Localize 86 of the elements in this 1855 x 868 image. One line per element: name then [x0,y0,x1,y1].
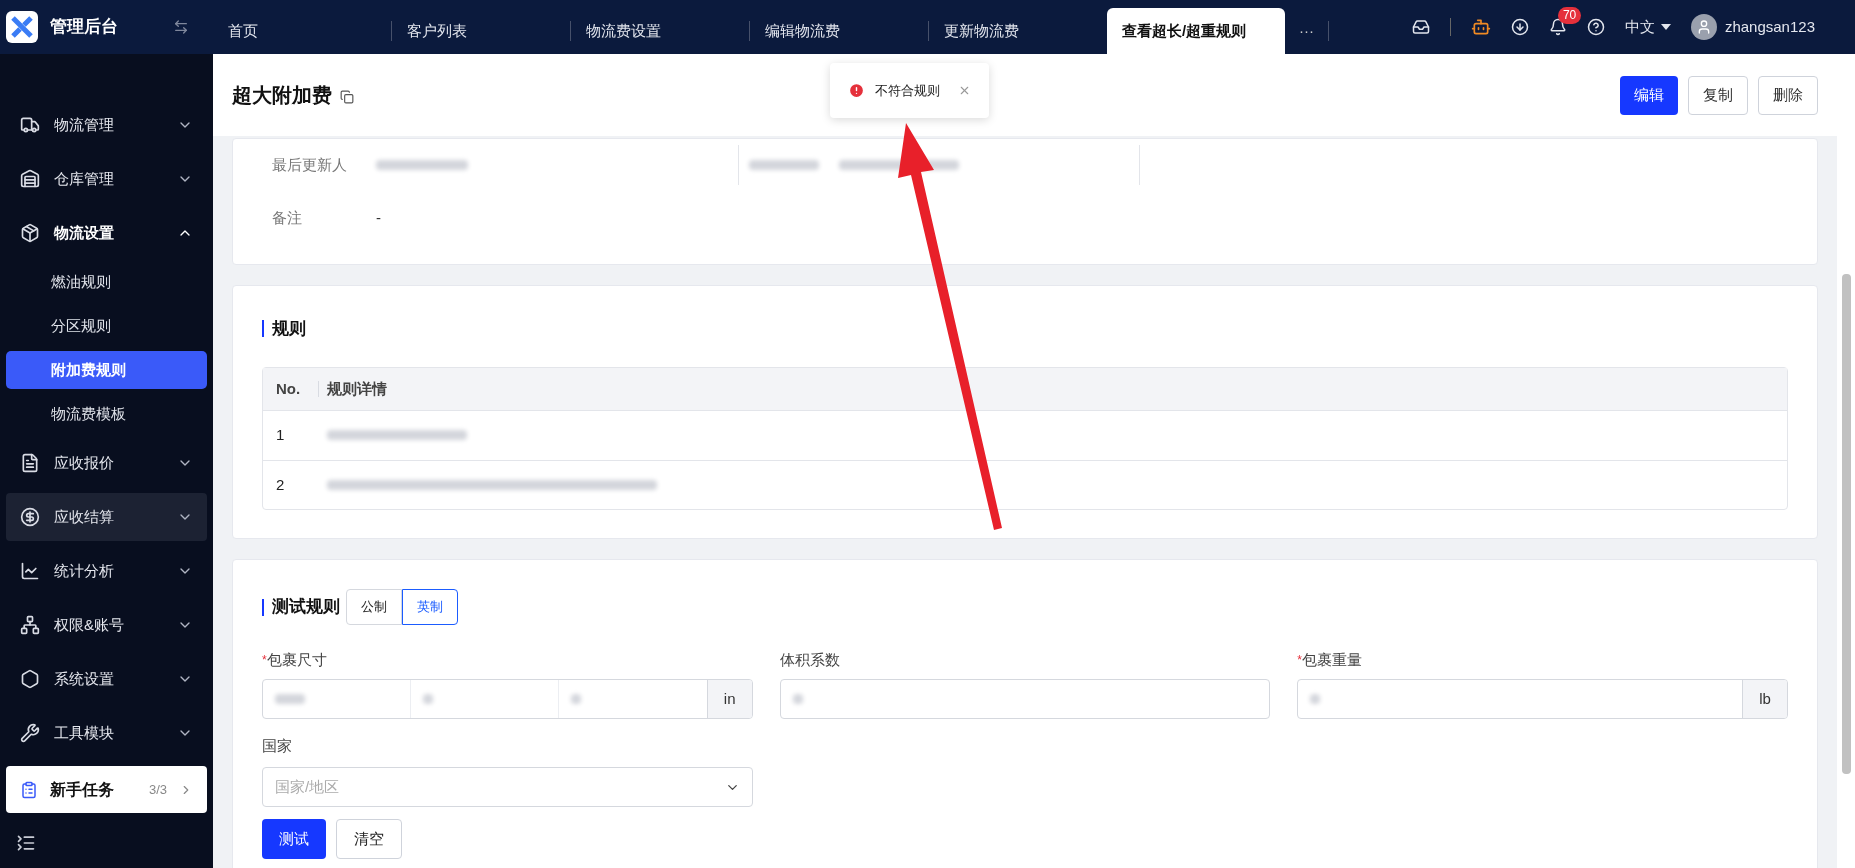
blurred-text [792,694,803,704]
sidebar-item[interactable]: 物流设置 [6,209,207,257]
clipboard-icon [20,780,38,799]
section-title: 测试规则 [272,596,340,619]
menu-icon [20,169,40,189]
sidebar-item[interactable]: 工具模块 [6,709,207,757]
blurred-text [423,694,434,704]
form-button[interactable]: 测试 [262,819,326,859]
input-field[interactable]: lb [1297,679,1788,719]
field-label: 体积系数 [779,649,840,670]
field-label: 包裹尺寸 [266,649,327,670]
table-cell-text: 1 [275,425,286,446]
robot-icon [1470,17,1491,37]
submenu-item[interactable]: 物流费模板 [6,395,207,433]
tab[interactable]: 客户列表 [392,8,570,54]
blurred-text [275,694,305,704]
tab[interactable]: 编辑物流费 [750,8,928,54]
tab[interactable]: 首页 [213,8,391,54]
avatar[interactable] [1690,14,1717,40]
menu-icon [20,453,40,473]
menu-icon [20,115,40,135]
unit-toggle[interactable]: 英制 [402,589,458,625]
blurred-text [749,159,819,170]
tab[interactable]: 物流费设置 [571,8,749,54]
sidebar-item[interactable]: 统计分析 [6,547,207,595]
menu-icon [20,723,40,743]
sidebar-item[interactable]: 应收报价 [6,439,207,487]
form-button[interactable]: 清空 [336,819,402,859]
action-button[interactable]: 编辑 [1620,75,1678,115]
action-button[interactable]: 删除 [1758,75,1818,115]
sidebar-item[interactable]: 仓库管理 [6,155,207,203]
unit-label: in [706,680,752,718]
menu-icon [20,669,40,689]
menu-icon [20,223,40,243]
field-label: 国家 [262,736,293,756]
blurred-text [571,694,582,704]
sidebar-item[interactable]: 应收结算 [6,493,207,541]
required-mark: * [1297,652,1302,669]
error-icon [848,82,865,99]
help-icon [1586,18,1605,36]
inbox-icon [1411,18,1430,36]
input-field[interactable] [779,679,1271,719]
field-label: 备注 [272,208,303,228]
column-header: 规则详情 [326,378,387,399]
menu-icon [20,507,40,527]
collapse-menu-icon [16,833,36,853]
task-card[interactable]: 新手任务 3/3 [6,766,207,813]
language-select[interactable]: 中文 [1624,15,1671,39]
field-label: 最后更新人 [272,154,348,175]
logo-icon [6,11,38,43]
section-title: 规则 [272,317,306,340]
unit-label: lb [1742,680,1787,718]
submenu-item[interactable]: 燃油规则 [6,263,207,301]
swap-icon [173,19,189,35]
page-title: 超大附加费 [232,83,332,108]
bell-icon [1548,18,1567,36]
task-count: 3/3 [148,780,167,799]
sidebar-item[interactable]: 权限&账号 [6,601,207,649]
more-tabs[interactable]: ··· [1285,8,1328,54]
copy-icon [340,90,354,104]
submenu-item[interactable]: 附加费规则 [6,351,207,389]
username: zhangsan123 [1724,16,1815,37]
brand-title: 管理后台 [50,16,119,39]
download-icon [1510,18,1529,36]
menu-icon [20,615,40,635]
field-label: 包裹重量 [1302,649,1362,670]
sidebar-item[interactable]: 系统设置 [6,655,207,703]
menu-icon [20,561,40,581]
field-value: - [376,208,381,228]
required-mark: * [262,652,267,669]
action-button[interactable]: 复制 [1688,75,1748,115]
blurred-text [1310,694,1321,704]
column-header: No. [275,378,302,399]
task-label: 新手任务 [50,779,115,800]
caret-down-icon [1660,24,1671,30]
table-cell-text: 2 [275,474,286,495]
scrollbar[interactable] [1837,54,1855,868]
submenu-item[interactable]: 分区规则 [6,307,207,345]
tab[interactable]: 更新物流费 [929,8,1107,54]
input-field[interactable]: in [262,679,753,719]
toast-message: 不符合规则 [875,81,940,100]
notification-badge: 70 [1557,7,1582,24]
unit-toggle[interactable]: 公制 [346,589,402,625]
close-icon [958,84,971,97]
tab[interactable]: 查看超长/超重规则 [1107,8,1285,54]
sidebar-item[interactable]: 物流管理 [6,101,207,149]
